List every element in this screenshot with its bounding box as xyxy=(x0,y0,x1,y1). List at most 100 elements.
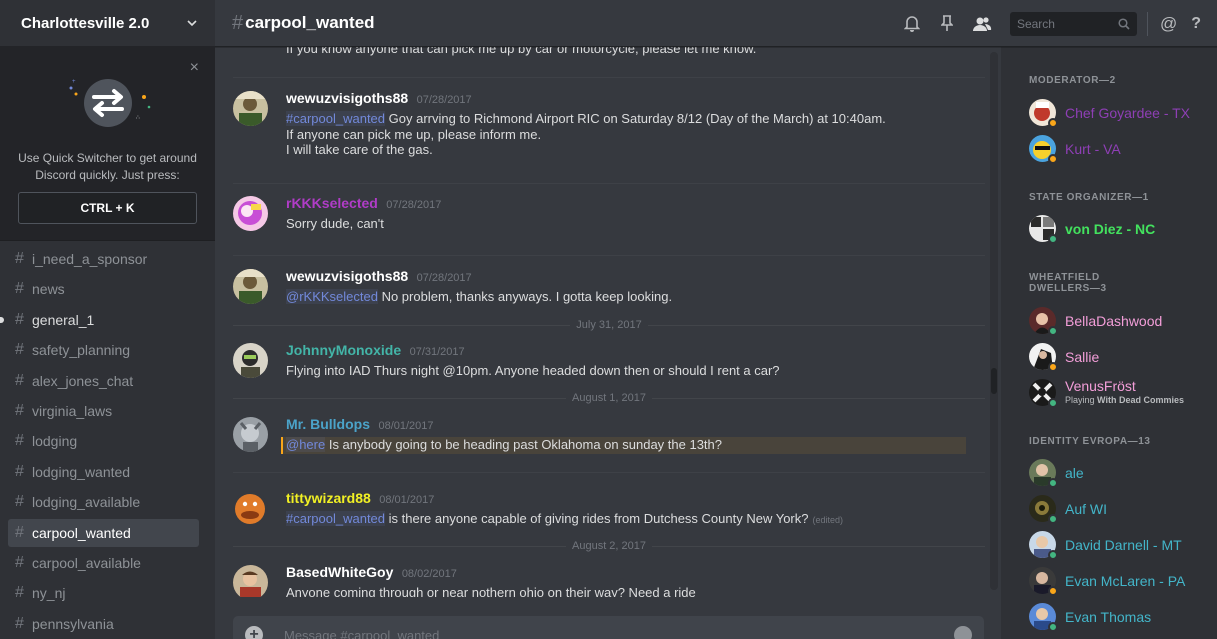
hash-icon: # xyxy=(15,493,24,511)
scrollbar-thumb[interactable] xyxy=(991,368,997,394)
user-mention[interactable]: @rKKKselected xyxy=(286,289,378,304)
channel-mention[interactable]: #carpool_wanted xyxy=(286,111,386,126)
member-name: David Darnell - MT xyxy=(1065,537,1182,553)
avatar[interactable] xyxy=(233,565,268,597)
help-icon[interactable]: ? xyxy=(1191,15,1201,33)
discord-window: Charlottesville 2.0 × + ∴ Use Quick Swit… xyxy=(0,0,1217,639)
member-name: von Diez - NC xyxy=(1065,221,1156,237)
status-indicator xyxy=(1048,234,1058,244)
hash-icon: # xyxy=(15,432,24,450)
svg-text:+: + xyxy=(72,79,76,85)
message-text: #carpool_wanted is there anyone capable … xyxy=(286,511,843,526)
date-divider: August 2, 2017 xyxy=(233,539,985,553)
channel-news[interactable]: # news xyxy=(8,275,199,303)
member-name: Evan Thomas xyxy=(1065,609,1152,625)
member-item[interactable]: von Diez - NC xyxy=(1029,215,1209,245)
search-input[interactable]: Search xyxy=(1009,11,1137,36)
username[interactable]: wewuzvisigoths88 xyxy=(286,90,408,106)
username[interactable]: tittywizard88 xyxy=(286,490,371,506)
member-item[interactable]: Chef Goyardee - TX xyxy=(1029,99,1209,129)
member-item[interactable]: Kurt - VA xyxy=(1029,135,1209,165)
member-name: BellaDashwood xyxy=(1065,313,1163,329)
server-header[interactable]: Charlottesville 2.0 xyxy=(0,0,215,47)
shortcut-button[interactable]: CTRL + K xyxy=(18,192,197,224)
username[interactable]: Mr. Bulldops xyxy=(286,416,370,432)
chevron-down-icon[interactable] xyxy=(187,18,197,28)
message-text: Sorry dude, can't xyxy=(286,216,384,231)
avatar[interactable] xyxy=(233,343,268,378)
mentions-icon[interactable]: @ xyxy=(1160,14,1177,34)
channel-title: carpool_wanted xyxy=(245,13,375,32)
message-input[interactable]: Message #carpool_wanted xyxy=(284,628,439,639)
avatar[interactable] xyxy=(233,91,268,126)
channel-virginia-laws[interactable]: # virginia_laws xyxy=(8,397,199,425)
channel-carpool-wanted[interactable]: # carpool_wanted xyxy=(8,518,199,547)
member-item[interactable]: ale xyxy=(1029,459,1209,489)
member-activity: Playing With Dead Commies xyxy=(1065,395,1184,405)
username[interactable]: JohnnyMonoxide xyxy=(286,342,401,358)
timestamp: 08/01/2017 xyxy=(378,420,434,432)
channel-alex-jones-chat[interactable]: # alex_jones_chat xyxy=(8,367,199,395)
username[interactable]: wewuzvisigoths88 xyxy=(286,268,408,284)
unread-indicator xyxy=(0,316,4,323)
scrollbar-track[interactable] xyxy=(990,52,998,590)
channel-lodging-available[interactable]: # lodging_available xyxy=(8,488,199,516)
header-divider xyxy=(1146,11,1148,36)
status-indicator xyxy=(1048,478,1058,488)
channel-lodging[interactable]: # lodging xyxy=(8,427,199,455)
member-name: Kurt - VA xyxy=(1065,141,1121,157)
channel-lodging-wanted[interactable]: # lodging_wanted xyxy=(8,458,199,486)
timestamp: 07/31/2017 xyxy=(409,346,465,358)
status-indicator xyxy=(1048,622,1058,632)
status-indicator xyxy=(1048,550,1058,560)
members-icon[interactable] xyxy=(971,13,993,35)
channel-general-1[interactable]: # general_1 xyxy=(0,306,199,334)
bell-icon[interactable] xyxy=(901,13,923,35)
message-text: If you know anyone that can pick me up b… xyxy=(286,47,757,56)
timestamp: 07/28/2017 xyxy=(416,272,472,284)
member-name: Chef Goyardee - TX xyxy=(1065,105,1191,121)
hash-icon: # xyxy=(15,462,24,480)
avatar[interactable] xyxy=(233,491,268,526)
message-composer[interactable]: + Message #carpool_wanted xyxy=(233,616,984,639)
hash-icon: # xyxy=(15,401,24,419)
hash-icon: # xyxy=(15,614,24,632)
member-item[interactable]: Auf WI xyxy=(1029,495,1209,525)
username[interactable]: rKKKselected xyxy=(286,195,378,211)
member-item[interactable]: Evan McLaren - PA xyxy=(1029,567,1209,597)
emoji-icon[interactable] xyxy=(954,626,972,639)
timestamp: 08/01/2017 xyxy=(379,494,435,506)
add-attachment-button[interactable]: + xyxy=(245,626,263,639)
hash-icon: # xyxy=(15,523,24,541)
quick-switcher-panel: × + ∴ Use Quick Switcher to get around D… xyxy=(0,47,215,241)
avatar[interactable] xyxy=(233,269,268,304)
channel-list: # i_need_a_sponsor # news # general_1 # safe… xyxy=(0,241,215,638)
member-item[interactable]: BellaDashwood xyxy=(1029,307,1209,337)
member-item[interactable]: David Darnell - MT xyxy=(1029,531,1209,561)
channel-safety-planning[interactable]: # safety_planning xyxy=(8,336,199,364)
member-item[interactable]: Evan Thomas xyxy=(1029,603,1209,633)
channel-i-need-a-sponsor[interactable]: # i_need_a_sponsor xyxy=(8,245,199,273)
close-icon[interactable]: × xyxy=(190,59,199,77)
hash-icon: # xyxy=(15,341,24,359)
here-mention[interactable]: @here xyxy=(286,437,326,452)
hash-icon: # xyxy=(15,250,24,267)
avatar[interactable] xyxy=(233,417,268,452)
svg-text:∴: ∴ xyxy=(136,115,140,121)
message-group: wewuzvisigoths88 07/28/2017 @rKKKselecte… xyxy=(233,268,985,309)
channel-pennsylvania[interactable]: # pennsylvania xyxy=(8,610,199,638)
quick-switcher-text: Use Quick Switcher to get around Discord… xyxy=(18,151,197,182)
hash-icon: # xyxy=(15,280,24,298)
pin-icon[interactable] xyxy=(936,13,958,35)
hash-icon: # xyxy=(15,584,24,602)
member-item[interactable]: VenusFröst Playing With Dead Commies xyxy=(1029,378,1209,409)
role-header: WHEATFIELD DWELLERS—3 xyxy=(1029,272,1107,294)
message-group: Mr. Bulldops 08/01/2017 @here Is anybody… xyxy=(233,416,985,457)
channel-mention[interactable]: #carpool_wanted xyxy=(286,511,386,526)
channel-carpool-available[interactable]: # carpool_available xyxy=(8,549,199,577)
channel-ny-nj[interactable]: # ny_nj xyxy=(8,579,199,607)
member-item[interactable]: Sallie xyxy=(1029,343,1209,373)
avatar[interactable] xyxy=(233,196,268,231)
username[interactable]: BasedWhiteGoy xyxy=(286,564,393,580)
edited-label: (edited) xyxy=(812,515,843,525)
